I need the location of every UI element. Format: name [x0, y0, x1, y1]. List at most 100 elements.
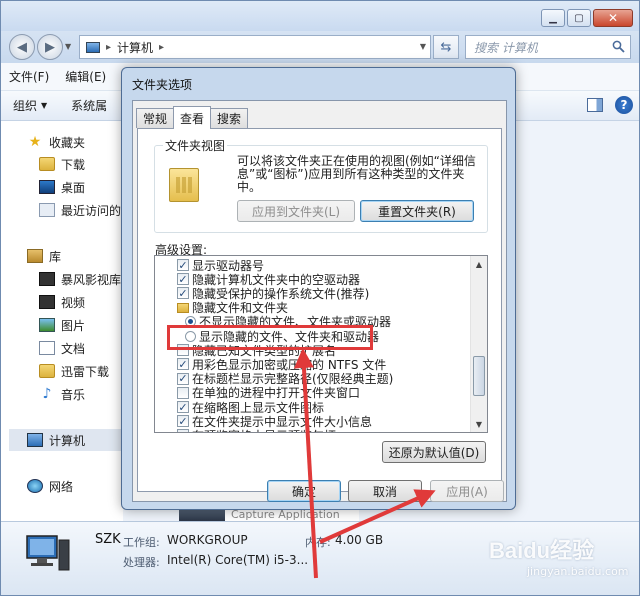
minimize-button[interactable]: ▁	[541, 9, 565, 27]
breadcrumb-chevron-icon[interactable]: ▸	[106, 42, 111, 53]
sidebar-label: 网络	[49, 479, 74, 494]
refresh-icon: ⇆	[440, 39, 452, 55]
sidebar-item-xunlei[interactable]: 迅雷下载	[39, 360, 109, 382]
apply-to-folders-button[interactable]: 应用到文件夹(L)	[237, 200, 355, 222]
forward-button[interactable]: ▶	[37, 34, 63, 60]
maximize-icon: ▢	[574, 12, 584, 24]
memory-value: 4.00 GB	[335, 533, 384, 547]
ok-button[interactable]: 确定	[267, 480, 341, 502]
computer-name: SZK	[95, 532, 121, 547]
sidebar-label: 暴风影视库	[61, 272, 122, 287]
sidebar-item-network[interactable]: 网络	[27, 475, 73, 497]
recent-places-icon	[39, 203, 55, 217]
tab-search[interactable]: 搜索	[210, 108, 249, 128]
organize-button[interactable]: 组织 ▼	[1, 97, 59, 114]
memory-label: 内存:	[305, 536, 331, 549]
organize-label: 组织	[13, 99, 38, 113]
restore-defaults-button[interactable]: 还原为默认值(D)	[382, 441, 486, 463]
highlight-box	[167, 325, 373, 350]
help-icon[interactable]: ?	[615, 96, 633, 114]
search-icon[interactable]	[612, 40, 625, 53]
setting-row[interactable]: ✓ 隐藏受保护的操作系统文件(推荐)	[177, 286, 369, 301]
menu-file[interactable]: 文件(F)	[1, 68, 57, 85]
close-icon: ✕	[607, 11, 619, 25]
sidebar-item-baofeng[interactable]: 暴风影视库	[39, 268, 121, 290]
minimize-icon: ▁	[549, 12, 557, 24]
checkbox-checked[interactable]: ✓	[177, 259, 189, 271]
setting-row[interactable]: ✓ 在缩略图上显示文件图标	[177, 400, 324, 415]
preview-pane-icon[interactable]	[587, 98, 603, 112]
breadcrumb-computer[interactable]: 计算机	[117, 39, 153, 56]
checkbox-unchecked[interactable]	[177, 386, 189, 399]
sidebar-item-recent[interactable]: 最近访问的位	[39, 199, 133, 221]
search-input[interactable]: 搜索 计算机	[465, 35, 631, 59]
video-library-icon	[39, 272, 55, 286]
folder-view-icon	[169, 168, 199, 202]
network-icon	[27, 479, 43, 493]
address-bar[interactable]: ▸ 计算机 ▸ ▼	[79, 35, 431, 59]
sidebar-label: 图片	[61, 318, 86, 333]
workgroup-value: WORKGROUP	[167, 533, 248, 547]
sidebar-item-documents[interactable]: 文档	[39, 337, 85, 359]
view-tab-panel: 文件夹视图 可以将该文件夹正在使用的视图(例如“详细信息”或“图标”)应用到所有…	[137, 128, 502, 492]
sidebar-item-libraries[interactable]: 库	[27, 245, 61, 267]
apply-button[interactable]: 应用(A)	[430, 480, 504, 502]
checkbox-checked[interactable]: ✓	[177, 287, 189, 300]
computer-icon	[27, 433, 43, 447]
setting-label: 显示驱动器号	[192, 258, 265, 273]
tab-general[interactable]: 常规	[136, 108, 175, 128]
settings-scrollbar[interactable]: ▲ ▼	[470, 256, 487, 432]
menu-edit[interactable]: 编辑(E)	[57, 68, 114, 85]
dialog-title: 文件夹选项	[132, 78, 193, 92]
setting-row[interactable]: 隐藏文件和文件夹	[177, 301, 288, 315]
search-placeholder: 搜索 计算机	[474, 40, 538, 55]
folder-view-group: 文件夹视图 可以将该文件夹正在使用的视图(例如“详细信息”或“图标”)应用到所有…	[154, 137, 488, 233]
address-dropdown-icon[interactable]: ▼	[420, 42, 426, 51]
processor-value: Intel(R) Core(TM) i5-3...	[167, 553, 309, 567]
sidebar-item-pictures[interactable]: 图片	[39, 314, 85, 336]
refresh-button[interactable]: ⇆	[433, 35, 459, 59]
processor-label: 处理器:	[123, 556, 160, 569]
sidebar-item-desktop[interactable]: 桌面	[39, 176, 85, 198]
scroll-thumb[interactable]	[473, 356, 485, 396]
cancel-button[interactable]: 取消	[348, 480, 422, 502]
maximize-button[interactable]: ▢	[567, 9, 591, 27]
sidebar-label: 视频	[61, 295, 86, 310]
setting-row[interactable]: 在单独的进程中打开文件夹窗口	[177, 386, 360, 400]
setting-row[interactable]: ✓ 在文件夹提示中显示文件大小信息	[177, 414, 372, 429]
checkbox-checked[interactable]: ✓	[177, 372, 189, 385]
checkbox-checked[interactable]: ✓	[177, 401, 189, 413]
history-dropdown-icon[interactable]: ▼	[65, 42, 71, 51]
breadcrumb-chevron-icon[interactable]: ▸	[159, 42, 164, 53]
setting-row[interactable]: ✓ 显示驱动器号	[177, 258, 265, 273]
folder-view-legend: 文件夹视图	[163, 137, 228, 154]
sidebar-item-videos[interactable]: 视频	[39, 291, 85, 313]
sidebar-item-computer[interactable]: 计算机	[9, 429, 123, 451]
computer-icon	[86, 41, 100, 53]
scroll-down-icon[interactable]: ▼	[471, 416, 487, 432]
download-folder-icon	[39, 157, 55, 171]
sidebar-label: 桌面	[61, 180, 86, 195]
system-properties-button[interactable]: 系统属	[59, 97, 119, 114]
radio-dot	[188, 319, 193, 325]
setting-row[interactable]: ✓ 用彩色显示加密或压缩的 NTFS 文件	[177, 357, 386, 372]
tab-view[interactable]: 查看	[173, 106, 212, 129]
checkbox-checked[interactable]: ✓	[177, 273, 189, 286]
navigation-pane: ★ 收藏夹 下载 桌面 最近访问的位 库 暴风影视库 视频 图片 文档 迅雷下载 …	[1, 121, 133, 521]
close-button[interactable]: ✕	[593, 9, 633, 27]
folder-options-dialog: 文件夹选项 常规 查看 搜索 文件夹视图 可以将该文件夹正在使用的视图(例如“详…	[121, 67, 516, 510]
setting-row[interactable]: ✓ 隐藏计算机文件夹中的空驱动器	[177, 272, 360, 287]
sidebar-item-favorites[interactable]: ★ 收藏夹	[27, 131, 85, 153]
sidebar-item-downloads[interactable]: 下载	[39, 153, 85, 175]
scroll-up-icon[interactable]: ▲	[471, 256, 487, 272]
reset-folders-button[interactable]: 重置文件夹(R)	[360, 200, 474, 222]
address-row: ◀ ▶ ▼ ▸ 计算机 ▸ ▼ ⇆ 搜索 计算机	[1, 31, 639, 63]
sidebar-item-music[interactable]: ♪ 音乐	[39, 383, 85, 405]
checkbox-checked[interactable]: ✓	[177, 415, 189, 428]
setting-row[interactable]: ✓ 在标题栏显示完整路径(仅限经典主题)	[177, 372, 393, 386]
back-button[interactable]: ◀	[9, 34, 35, 60]
star-icon: ★	[28, 134, 42, 150]
checkbox-checked[interactable]: ✓	[177, 358, 189, 371]
checkbox-checked[interactable]: ✓	[177, 429, 189, 432]
sidebar-label: 音乐	[61, 387, 86, 402]
